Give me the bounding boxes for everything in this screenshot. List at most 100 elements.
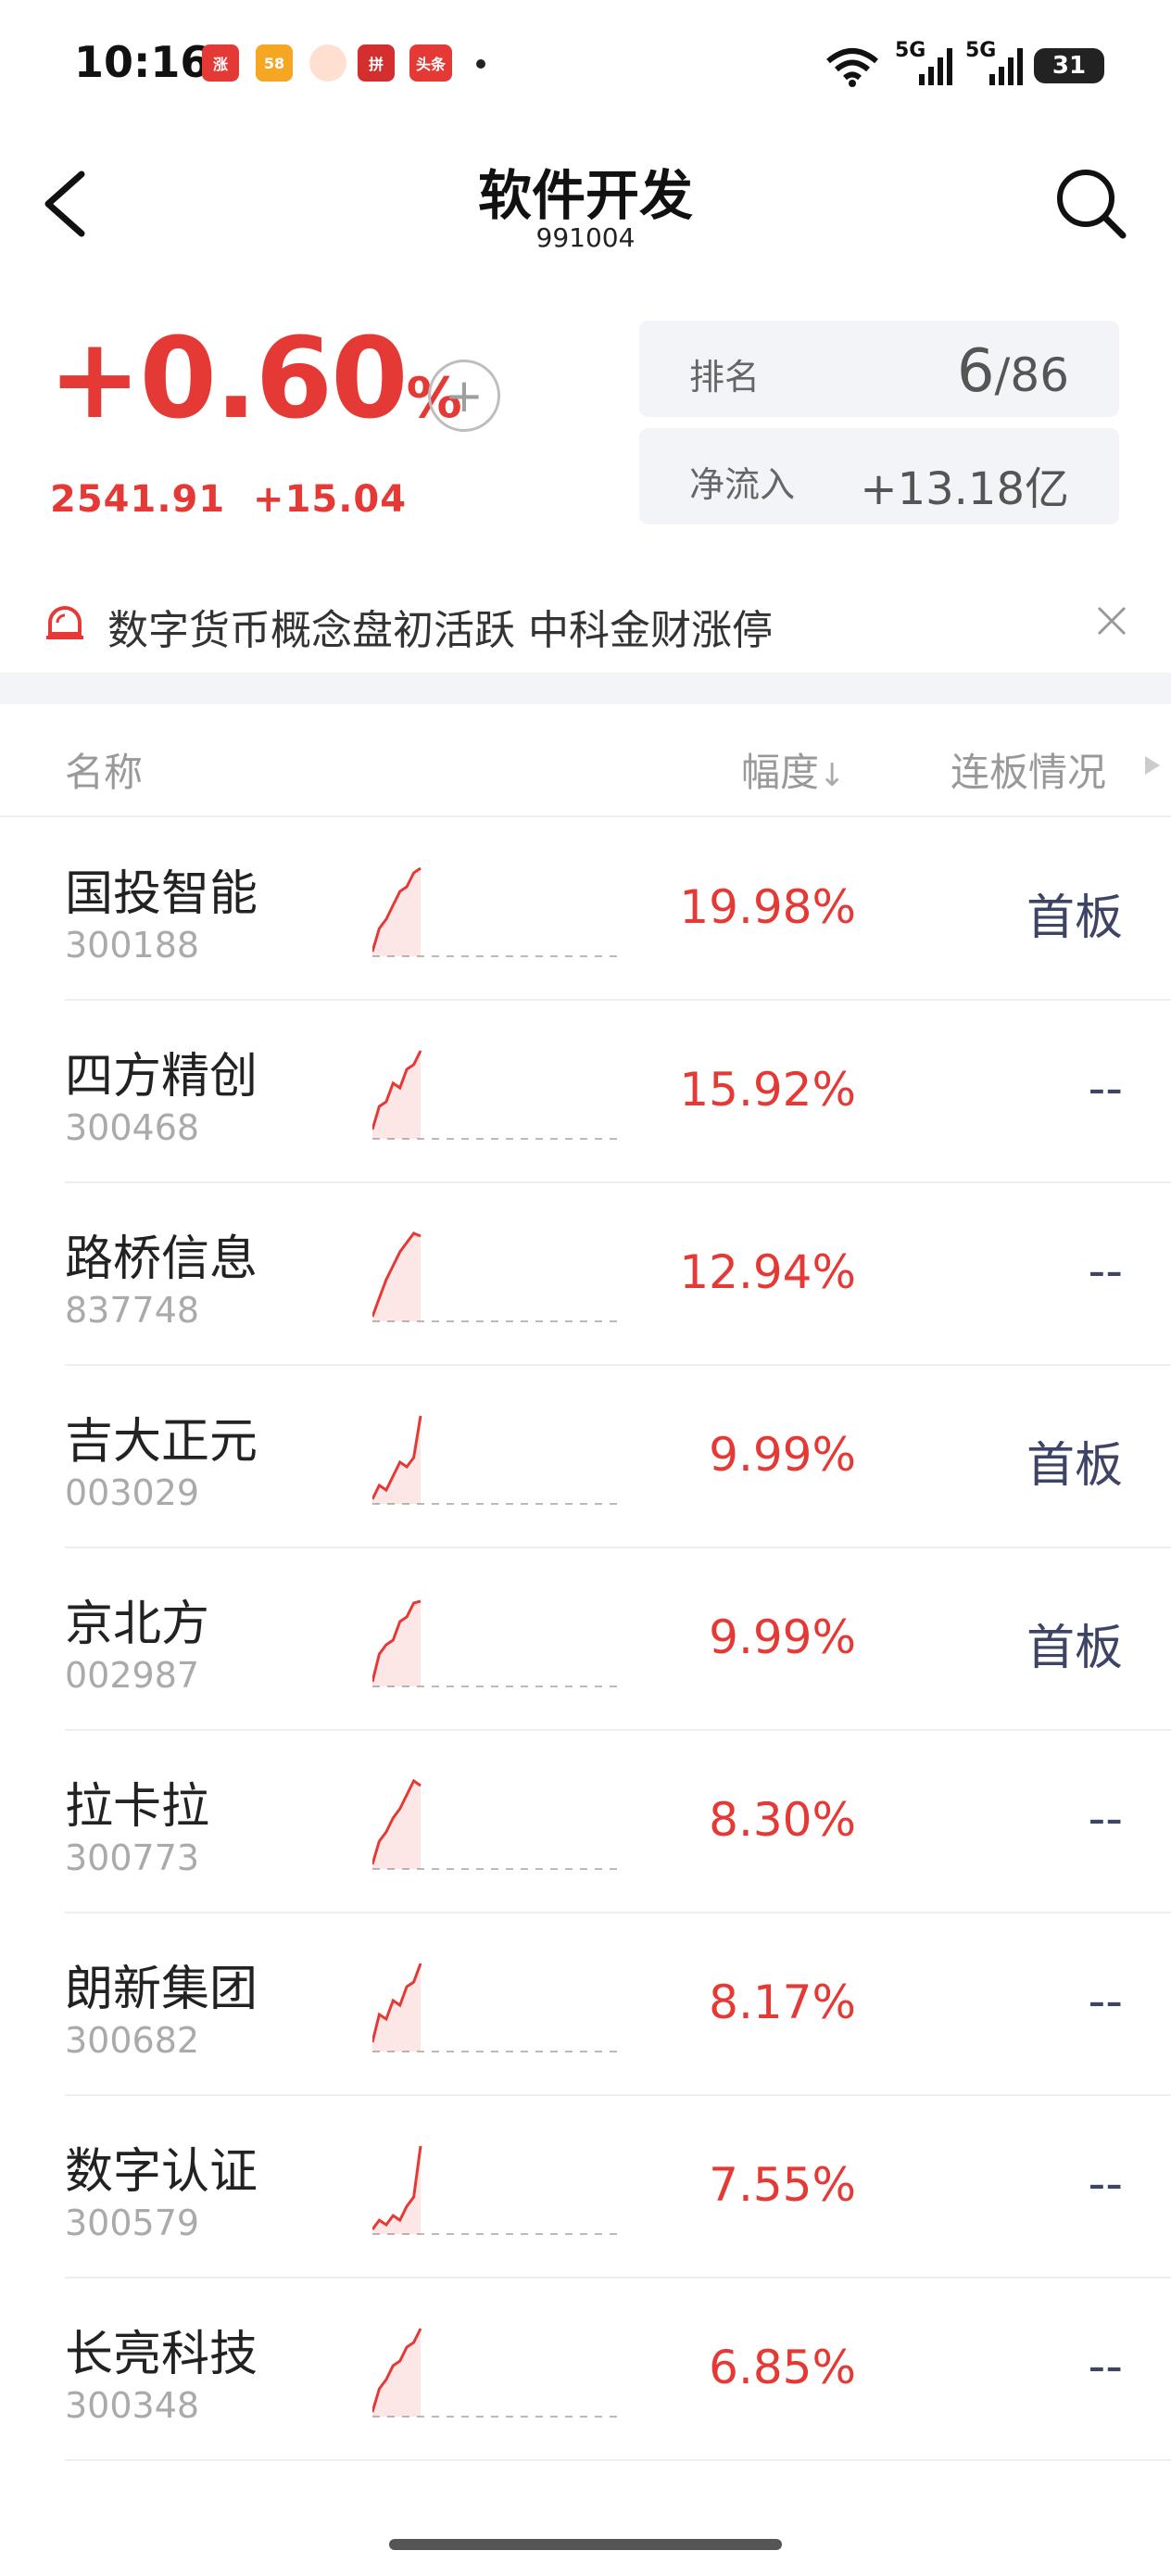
stock-code: 837748 <box>65 1290 200 1331</box>
rank-value: 6 <box>956 337 995 406</box>
table-row[interactable]: 朗新集团 300682 8.17% -- <box>65 1913 1171 2096</box>
sort-down-icon: ↓ <box>819 757 846 794</box>
table-header: 名称 幅度↓ 连板情况 <box>0 704 1171 817</box>
change-percent-cell: 9.99% <box>709 1428 856 1482</box>
close-icon[interactable] <box>1095 604 1128 638</box>
change-percent-cell: 7.55% <box>709 2158 856 2212</box>
change-percent-cell: 12.94% <box>679 1245 856 1299</box>
sparkline-area <box>372 1781 421 1869</box>
more-notifications-dot <box>476 59 485 69</box>
alarm-icon <box>46 606 83 639</box>
intraday-sparkline <box>372 1231 623 1322</box>
intraday-sparkline <box>372 1415 623 1505</box>
board-status-cell: -- <box>1088 1061 1123 1117</box>
board-status-cell: -- <box>1088 1974 1123 2029</box>
signal-icon <box>989 48 1023 85</box>
intraday-sparkline <box>372 866 623 957</box>
table-row[interactable]: 四方精创 300468 15.92% -- <box>65 1000 1171 1183</box>
app-notification-icon: 涨 <box>202 44 239 82</box>
stock-name: 路桥信息 <box>65 1231 258 1287</box>
stock-name: 拉卡拉 <box>65 1779 210 1835</box>
section-divider <box>0 673 1171 704</box>
rank-value-group: 6/86 <box>957 337 1069 406</box>
news-text: 数字货币概念盘初活跃 中科金财涨停 <box>107 607 773 654</box>
index-change: +15.04 <box>253 478 408 521</box>
board-status-cell: -- <box>1088 1244 1123 1299</box>
intraday-sparkline <box>372 1050 623 1140</box>
search-icon[interactable] <box>1054 167 1128 241</box>
change-percent: +0.60% <box>48 324 462 436</box>
app-notification-icon: 拼 <box>358 44 395 82</box>
change-percent-cell: 19.98% <box>679 880 856 934</box>
stock-code: 300579 <box>65 2203 200 2243</box>
status-bar: 10:16 涨 58 拼 头条 5G 5G 31 <box>0 0 1171 130</box>
table-row[interactable]: 数字认证 300579 7.55% -- <box>65 2095 1171 2279</box>
sparkline-area <box>372 1601 421 1686</box>
change-percent-cell: 6.85% <box>709 2341 856 2394</box>
rank-total: /86 <box>994 348 1069 402</box>
sector-code: 991004 <box>535 222 636 253</box>
stock-code: 300188 <box>65 925 200 966</box>
change-percent-cell: 8.30% <box>709 1793 856 1847</box>
stock-code: 300468 <box>65 1107 200 1148</box>
intraday-sparkline <box>372 1599 623 1687</box>
rank-box: 排名 6/86 <box>639 321 1119 417</box>
board-status-cell: 首板 <box>1026 890 1123 946</box>
stock-code: 300348 <box>65 2385 200 2426</box>
stock-name: 数字认证 <box>65 2144 258 2200</box>
change-percent-cell: 9.99% <box>709 1610 856 1664</box>
index-values: 2541.91 +15.04 <box>50 478 407 521</box>
stock-code: 002987 <box>65 1655 200 1696</box>
column-change-label: 幅度 <box>741 750 820 795</box>
stock-name: 朗新集团 <box>65 1962 258 2017</box>
table-row[interactable]: 长亮科技 300348 6.85% -- <box>65 2278 1171 2461</box>
scroll-right-icon[interactable] <box>1143 754 1162 777</box>
stock-name: 长亮科技 <box>65 2327 258 2382</box>
status-time: 10:16 <box>74 37 210 87</box>
page-title: 软件开发 <box>477 164 693 227</box>
table-row[interactable]: 吉大正元 003029 9.99% 首板 <box>65 1365 1171 1548</box>
table-row[interactable]: 路桥信息 837748 12.94% -- <box>65 1182 1171 1366</box>
intraday-sparkline <box>372 2328 623 2418</box>
stock-name: 国投智能 <box>65 866 258 922</box>
column-board[interactable]: 连板情况 <box>951 741 1106 798</box>
wifi-icon <box>826 48 878 87</box>
table-row[interactable]: 国投智能 300188 19.98% 首板 <box>65 817 1171 1001</box>
board-status-cell: -- <box>1088 1791 1123 1847</box>
column-name[interactable]: 名称 <box>65 741 143 798</box>
board-status-cell: 首板 <box>1026 1438 1123 1494</box>
battery-indicator: 31 <box>1034 48 1104 83</box>
board-status-cell: 首板 <box>1026 1621 1123 1676</box>
column-change[interactable]: 幅度↓ <box>741 741 846 798</box>
net-inflow-value: +13.18亿 <box>860 463 1069 515</box>
stock-code: 300773 <box>65 1837 200 1878</box>
change-percent-value: +0.60 <box>48 315 409 444</box>
intraday-sparkline <box>372 2145 623 2235</box>
avatar-notification-icon <box>309 44 346 82</box>
home-indicator[interactable] <box>389 2539 782 2550</box>
signal-icon <box>919 48 952 85</box>
sparkline-area <box>372 1964 421 2052</box>
table-row[interactable]: 拉卡拉 300773 8.30% -- <box>65 1730 1171 1913</box>
index-value: 2541.91 <box>50 478 226 521</box>
sparkline-area <box>372 868 421 956</box>
change-percent-cell: 15.92% <box>679 1063 856 1117</box>
net-inflow-label: 净流入 <box>689 464 796 505</box>
rank-label: 排名 <box>689 357 761 398</box>
intraday-sparkline <box>372 1963 623 2052</box>
toutiao-notification-icon: 头条 <box>409 44 452 82</box>
table-row[interactable]: 京北方 002987 9.99% 首板 <box>65 1547 1171 1731</box>
stock-name: 吉大正元 <box>65 1414 258 1470</box>
intraday-sparkline <box>372 1778 623 1870</box>
app-notification-icon: 58 <box>256 44 293 82</box>
sparkline-area <box>372 1233 421 1321</box>
change-percent-cell: 8.17% <box>709 1976 856 2029</box>
stock-name: 京北方 <box>65 1597 210 1652</box>
news-banner[interactable]: 数字货币概念盘初活跃 中科金财涨停 <box>0 575 1171 667</box>
net-inflow-box: 净流入 +13.18亿 <box>639 428 1119 524</box>
stock-code: 003029 <box>65 1472 200 1513</box>
board-status-cell: -- <box>1088 2156 1123 2212</box>
add-watchlist-button[interactable]: + <box>428 360 500 432</box>
stock-code: 300682 <box>65 2020 200 2061</box>
board-status-cell: -- <box>1088 2339 1123 2394</box>
